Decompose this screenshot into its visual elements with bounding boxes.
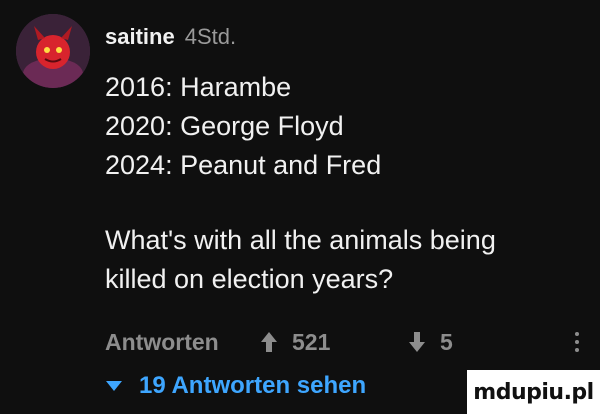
dislike-button[interactable]: 5	[408, 329, 528, 356]
more-options-icon[interactable]	[575, 332, 585, 352]
comment-body: 2016: Harambe 2020: George Floyd 2024: P…	[105, 68, 585, 299]
comment-actions: Antworten 521 5	[105, 326, 585, 358]
comment-line: 2024: Peanut and Fred	[105, 150, 382, 180]
avatar-image	[16, 14, 90, 88]
like-button[interactable]: 521	[260, 329, 408, 356]
like-count: 521	[292, 328, 331, 355]
comment-line: killed on election years?	[105, 264, 394, 294]
view-replies-button[interactable]: 19 Antworten sehen	[105, 372, 366, 400]
caret-down-icon	[106, 381, 122, 391]
watermark-logo: mdupiu.pl	[467, 370, 600, 414]
avatar[interactable]	[16, 14, 90, 88]
comment-line-blank	[105, 185, 585, 221]
timestamp: 4Std.	[184, 24, 237, 49]
author-name[interactable]: saitine	[105, 24, 175, 50]
view-replies-label: 19 Antworten sehen	[139, 372, 367, 399]
comment-line: 2016: Harambe	[105, 72, 292, 102]
reply-button[interactable]: Antworten	[105, 329, 260, 356]
arrow-down-icon	[409, 332, 425, 352]
comment-line: What's with all the animals being	[105, 225, 496, 255]
dislike-count: 5	[440, 328, 453, 355]
comment-header: saitine 4Std.	[105, 24, 236, 54]
arrow-up-icon	[261, 332, 277, 352]
comment-line: 2020: George Floyd	[105, 111, 344, 141]
